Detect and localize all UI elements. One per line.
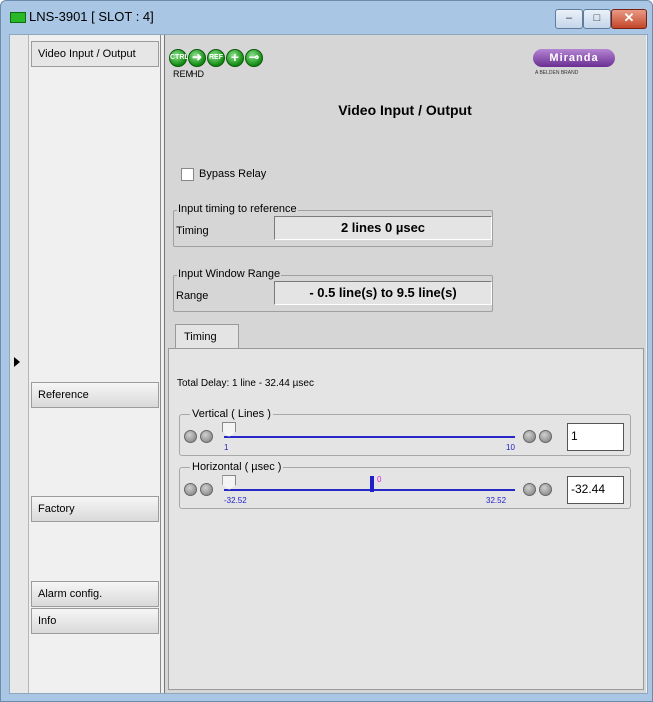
maximize-button[interactable]: □ — [583, 9, 611, 29]
vertical-fast-back-icon[interactable] — [184, 430, 197, 443]
input-window-group-title: Input Window Range — [177, 268, 282, 280]
nav-info[interactable]: Info — [31, 608, 159, 634]
expand-arrow-icon[interactable] — [14, 357, 20, 367]
window-title: LNS-3901 [ SLOT : 4] — [29, 9, 154, 24]
vertical-min-label: 1 — [224, 443, 229, 452]
link-icon: ⊸ — [245, 49, 263, 67]
horizontal-min-label: -32.52 — [224, 496, 247, 505]
vertical-fast-forward-icon[interactable] — [539, 430, 552, 443]
range-readout: - 0.5 line(s) to 9.5 line(s) — [274, 281, 492, 305]
input-window-group: Input Window Range Range - 0.5 line(s) t… — [173, 268, 493, 312]
range-label: Range — [176, 290, 209, 302]
input-timing-group: Input timing to reference Timing 2 lines… — [173, 203, 493, 247]
close-button[interactable]: ✕ — [611, 9, 647, 29]
input-timing-group-title: Input timing to reference — [177, 203, 298, 215]
nav-reference[interactable]: Reference — [31, 382, 159, 408]
vertical-slider-track[interactable] — [224, 436, 515, 438]
content-panel: CTRL ➜ REF + ⊸ REM HD Miranda A BELDEN B… — [164, 35, 646, 693]
horizontal-fast-back-icon[interactable] — [184, 483, 197, 496]
center-marker — [370, 476, 374, 492]
rem-label: REM — [173, 69, 193, 79]
bypass-relay-label[interactable]: Bypass Relay — [199, 168, 266, 180]
horizontal-max-label: 32.52 — [486, 496, 507, 505]
horizontal-step-forward-icon[interactable] — [523, 483, 536, 496]
bypass-relay-checkbox[interactable] — [181, 168, 194, 181]
vertical-step-forward-icon[interactable] — [523, 430, 536, 443]
brand-subtitle: A BELDEN BRAND — [535, 70, 579, 76]
center-label: 0 — [377, 475, 382, 484]
vertical-step-back-icon[interactable] — [200, 430, 213, 443]
vertical-max-label: 10 — [506, 443, 515, 452]
minimize-button[interactable]: – — [555, 9, 583, 29]
ref-icon: REF — [207, 49, 225, 67]
nav-alarm-config[interactable]: Alarm config. — [31, 581, 159, 607]
brand-logo: Miranda — [533, 49, 615, 67]
horizontal-slider-thumb[interactable] — [222, 475, 237, 490]
horizontal-fast-forward-icon[interactable] — [539, 483, 552, 496]
horizontal-slider-group: Horizontal ( µsec ) 0 -32.52 32.52 -32.4… — [179, 461, 631, 509]
nav-video-input-output[interactable]: Video Input / Output — [31, 41, 159, 67]
arrow-right-icon: ➜ — [188, 49, 206, 67]
nav-factory[interactable]: Factory — [31, 496, 159, 522]
collapse-strip[interactable] — [10, 35, 29, 693]
timing-label: Timing — [176, 225, 209, 237]
horizontal-value-input[interactable]: -32.44 — [567, 476, 624, 504]
vertical-slider-thumb[interactable] — [222, 422, 236, 437]
window-client: Video Input / Output Reference Factory A… — [9, 34, 648, 694]
application-window: LNS-3901 [ SLOT : 4] – □ ✕ Video Input /… — [0, 0, 653, 702]
plus-icon: + — [226, 49, 244, 67]
vertical-slider-title: Vertical ( Lines ) — [190, 408, 273, 420]
sidebar-nav: Video Input / Output Reference Factory A… — [30, 35, 161, 693]
total-delay-text: Total Delay: 1 line - 32.44 µsec — [177, 378, 314, 389]
vertical-value-input[interactable]: 1 — [567, 423, 624, 451]
title-bar: LNS-3901 [ SLOT : 4] – □ ✕ — [1, 1, 652, 33]
vertical-slider-group: Vertical ( Lines ) 1 10 1 — [179, 408, 631, 456]
hd-label: HD — [191, 69, 204, 79]
horizontal-slider-title: Horizontal ( µsec ) — [190, 461, 284, 473]
ctrl-icon: CTRL — [169, 49, 189, 67]
page-title: Video Input / Output — [338, 102, 472, 118]
timing-tab-panel: Total Delay: 1 line - 32.44 µsec Vertica… — [168, 348, 644, 690]
app-icon — [10, 12, 26, 23]
horizontal-step-back-icon[interactable] — [200, 483, 213, 496]
tab-timing[interactable]: Timing — [175, 324, 239, 348]
timing-readout: 2 lines 0 µsec — [274, 216, 492, 240]
